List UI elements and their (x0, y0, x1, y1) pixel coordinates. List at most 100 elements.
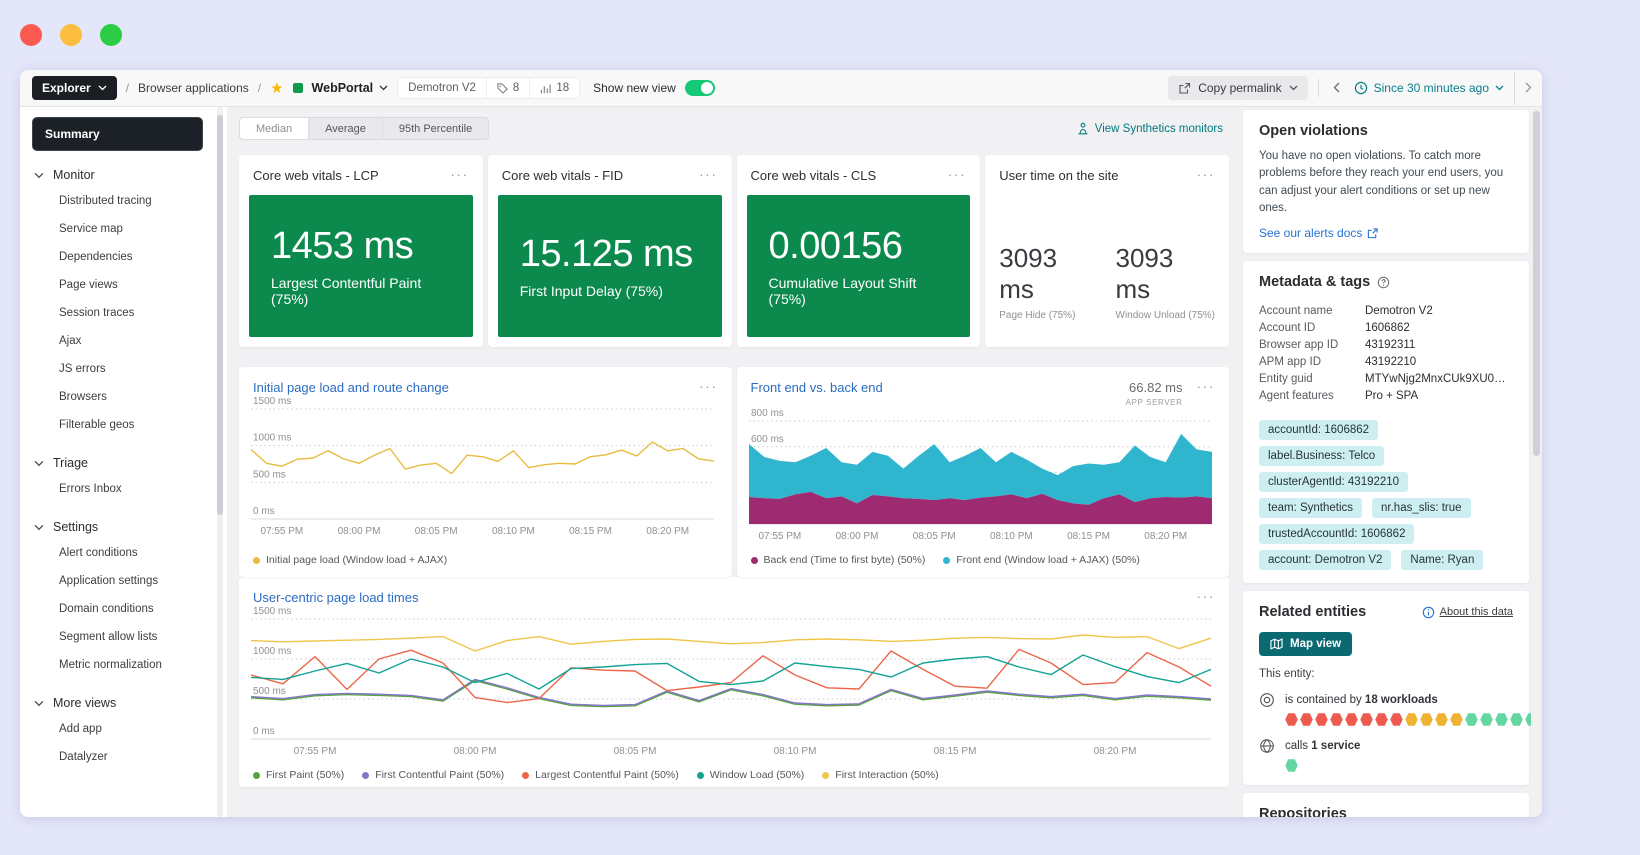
about-this-data-link[interactable]: About this data (1422, 606, 1513, 619)
show-new-view-toggle[interactable] (684, 80, 715, 96)
view-synthetics-link[interactable]: View Synthetics monitors (1077, 122, 1223, 135)
entity-hexagon-critical[interactable] (1330, 713, 1343, 726)
tag-pill[interactable]: accountId: 1606862 (1259, 420, 1379, 440)
sidebar-scrollbar[interactable] (213, 107, 227, 817)
sidebar-section-triage[interactable]: Triage (32, 456, 203, 470)
entity-hexagon-ok[interactable] (1465, 713, 1478, 726)
time-forward-button[interactable] (1514, 71, 1536, 105)
sidebar-item-alert-conditions[interactable]: Alert conditions (32, 539, 203, 567)
legend-item-initial-page-load-window-load-ajax[interactable]: Initial page load (Window load + AJAX) (253, 554, 447, 566)
front-back-end-plot[interactable]: 800 ms600 ms400 ms200 ms0 ms07:55 PM08:0… (745, 407, 1222, 551)
tag-pill[interactable]: label.Business: Telco (1259, 446, 1385, 466)
page-scrollbar[interactable] (1531, 107, 1542, 817)
minimize-window-icon[interactable] (60, 24, 82, 46)
related-entities-card: Related entities About this data Map vie… (1243, 591, 1531, 785)
sidebar-item-browsers[interactable]: Browsers (32, 383, 203, 411)
chart-menu-button[interactable] (697, 380, 720, 392)
legend-item-front-end-window-load-ajax-50[interactable]: Front end (Window load + AJAX) (50%) (943, 554, 1140, 566)
entity-hexagon-critical[interactable] (1375, 713, 1388, 726)
entity-hexagon-critical[interactable] (1345, 713, 1358, 726)
sidebar-item-metric-normalization[interactable]: Metric normalization (32, 651, 203, 679)
help-question-icon[interactable] (1377, 276, 1390, 289)
initial-page-load-plot[interactable]: 1500 ms 1000 ms 500 ms 0 ms 07:55 PM 08:00 PM… (247, 395, 724, 551)
sidebar-section-more-views[interactable]: More views (32, 696, 203, 710)
time-picker[interactable]: Since 30 minutes ago (1354, 81, 1504, 95)
account-pill[interactable]: Demotron V2 (398, 78, 486, 98)
open-violations-title: Open violations (1259, 123, 1368, 139)
scrollbar-thumb[interactable] (217, 115, 223, 515)
sidebar-item-service-map[interactable]: Service map (32, 215, 203, 243)
tag-pill[interactable]: team: Synthetics (1259, 498, 1363, 518)
entity-hexagon-critical[interactable] (1390, 713, 1403, 726)
entity-hexagon-warning[interactable] (1435, 713, 1448, 726)
card-menu-button[interactable] (697, 168, 720, 180)
tag-pill[interactable]: nr.has_slis: true (1372, 498, 1471, 518)
maximize-window-icon[interactable] (100, 24, 122, 46)
tags-count-pill[interactable]: 8 (485, 78, 529, 98)
card-menu-button[interactable] (448, 168, 471, 180)
legend-item-first-contentful-paint-50[interactable]: First Contentful Paint (50%) (362, 769, 504, 781)
entity-hexagon-critical[interactable] (1360, 713, 1373, 726)
tab-95th-percentile[interactable]: 95th Percentile (381, 118, 488, 139)
sidebar-item-add-app[interactable]: Add app (32, 715, 203, 743)
entity-hexagon-critical[interactable] (1285, 713, 1298, 726)
sidebar-item-page-views[interactable]: Page views (32, 271, 203, 299)
chart-menu-button[interactable] (1195, 380, 1218, 392)
entity-hexagon-critical[interactable] (1300, 713, 1313, 726)
chart-menu-button[interactable] (1195, 590, 1218, 602)
copy-permalink-button[interactable]: Copy permalink (1168, 76, 1308, 100)
sidebar-item-session-traces[interactable]: Session traces (32, 299, 203, 327)
sidebar-item-application-settings[interactable]: Application settings (32, 567, 203, 595)
sidebar-item-summary[interactable]: Summary (32, 117, 203, 151)
entity-hexagon-warning[interactable] (1450, 713, 1463, 726)
sidebar-item-js-errors[interactable]: JS errors (32, 355, 203, 383)
map-view-button[interactable]: Map view (1259, 632, 1353, 656)
breadcrumb-browser-applications[interactable]: Browser applications (138, 81, 249, 95)
chart-title[interactable]: Front end vs. back end (751, 380, 883, 395)
sidebar-item-distributed-tracing[interactable]: Distributed tracing (32, 187, 203, 215)
sidebar-item-dependencies[interactable]: Dependencies (32, 243, 203, 271)
tag-pill[interactable]: trustedAccountId: 1606862 (1259, 524, 1415, 544)
legend-item-window-load-50[interactable]: Window Load (50%) (696, 769, 804, 781)
sidebar-item-filterable-geos[interactable]: Filterable geos (32, 411, 203, 439)
entity-hexagon-warning[interactable] (1420, 713, 1433, 726)
tag-pill[interactable]: Name: Ryan (1401, 550, 1484, 570)
user-centric-plot[interactable]: 1500 ms 1000 ms 500 ms 0 ms 07:55 PM 08:00 PM… (247, 605, 1221, 766)
time-back-button[interactable] (1329, 79, 1344, 98)
sidebar-item-domain-conditions[interactable]: Domain conditions (32, 595, 203, 623)
tab-average[interactable]: Average (308, 118, 382, 139)
tab-median[interactable]: Median (240, 118, 309, 139)
chevron-down-icon (1495, 85, 1504, 91)
sidebar-item-ajax[interactable]: Ajax (32, 327, 203, 355)
legend-item-first-paint-50[interactable]: First Paint (50%) (253, 769, 344, 781)
chart-title[interactable]: User-centric page load times (253, 590, 418, 605)
entity-hexagon-warning[interactable] (1405, 713, 1418, 726)
entity-hexagon-ok[interactable] (1480, 713, 1493, 726)
dashboards-count-pill[interactable]: 18 (529, 78, 579, 98)
legend-item-back-end-time-to-first-byte-50[interactable]: Back end (Time to first byte) (50%) (750, 554, 925, 566)
tag-pill[interactable]: clusterAgentId: 43192210 (1259, 472, 1409, 492)
sidebar-section-monitor[interactable]: Monitor (32, 168, 203, 182)
card-menu-button[interactable] (1195, 168, 1218, 180)
chart-card-initial-page-load: Initial page load and route change 1500 … (239, 367, 732, 577)
card-menu-button[interactable] (946, 168, 969, 180)
svg-text:08:20 PM: 08:20 PM (1094, 746, 1137, 757)
scrollbar-thumb[interactable] (1533, 111, 1540, 456)
entity-hexagon-ok[interactable] (1285, 759, 1298, 772)
legend-item-largest-contentful-paint-50[interactable]: Largest Contentful Paint (50%) (522, 769, 679, 781)
sidebar-item-errors-inbox[interactable]: Errors Inbox (32, 475, 203, 503)
favorite-star-icon[interactable]: ★ (270, 81, 283, 96)
entity-selector[interactable]: WebPortal (312, 81, 389, 95)
sidebar-section-settings[interactable]: Settings (32, 520, 203, 534)
entity-hexagon-ok[interactable] (1495, 713, 1508, 726)
sidebar-item-segment-allow-lists[interactable]: Segment allow lists (32, 623, 203, 651)
entity-hexagon-ok[interactable] (1510, 713, 1523, 726)
explorer-menu-button[interactable]: Explorer (32, 76, 117, 100)
sidebar-item-datalyzer[interactable]: Datalyzer (32, 743, 203, 771)
legend-item-first-interaction-50[interactable]: First Interaction (50%) (822, 769, 939, 781)
alerts-docs-link[interactable]: See our alerts docs (1259, 226, 1513, 240)
entity-hexagon-critical[interactable] (1315, 713, 1328, 726)
close-window-icon[interactable] (20, 24, 42, 46)
chart-title[interactable]: Initial page load and route change (253, 380, 449, 395)
tag-pill[interactable]: account: Demotron V2 (1259, 550, 1392, 570)
